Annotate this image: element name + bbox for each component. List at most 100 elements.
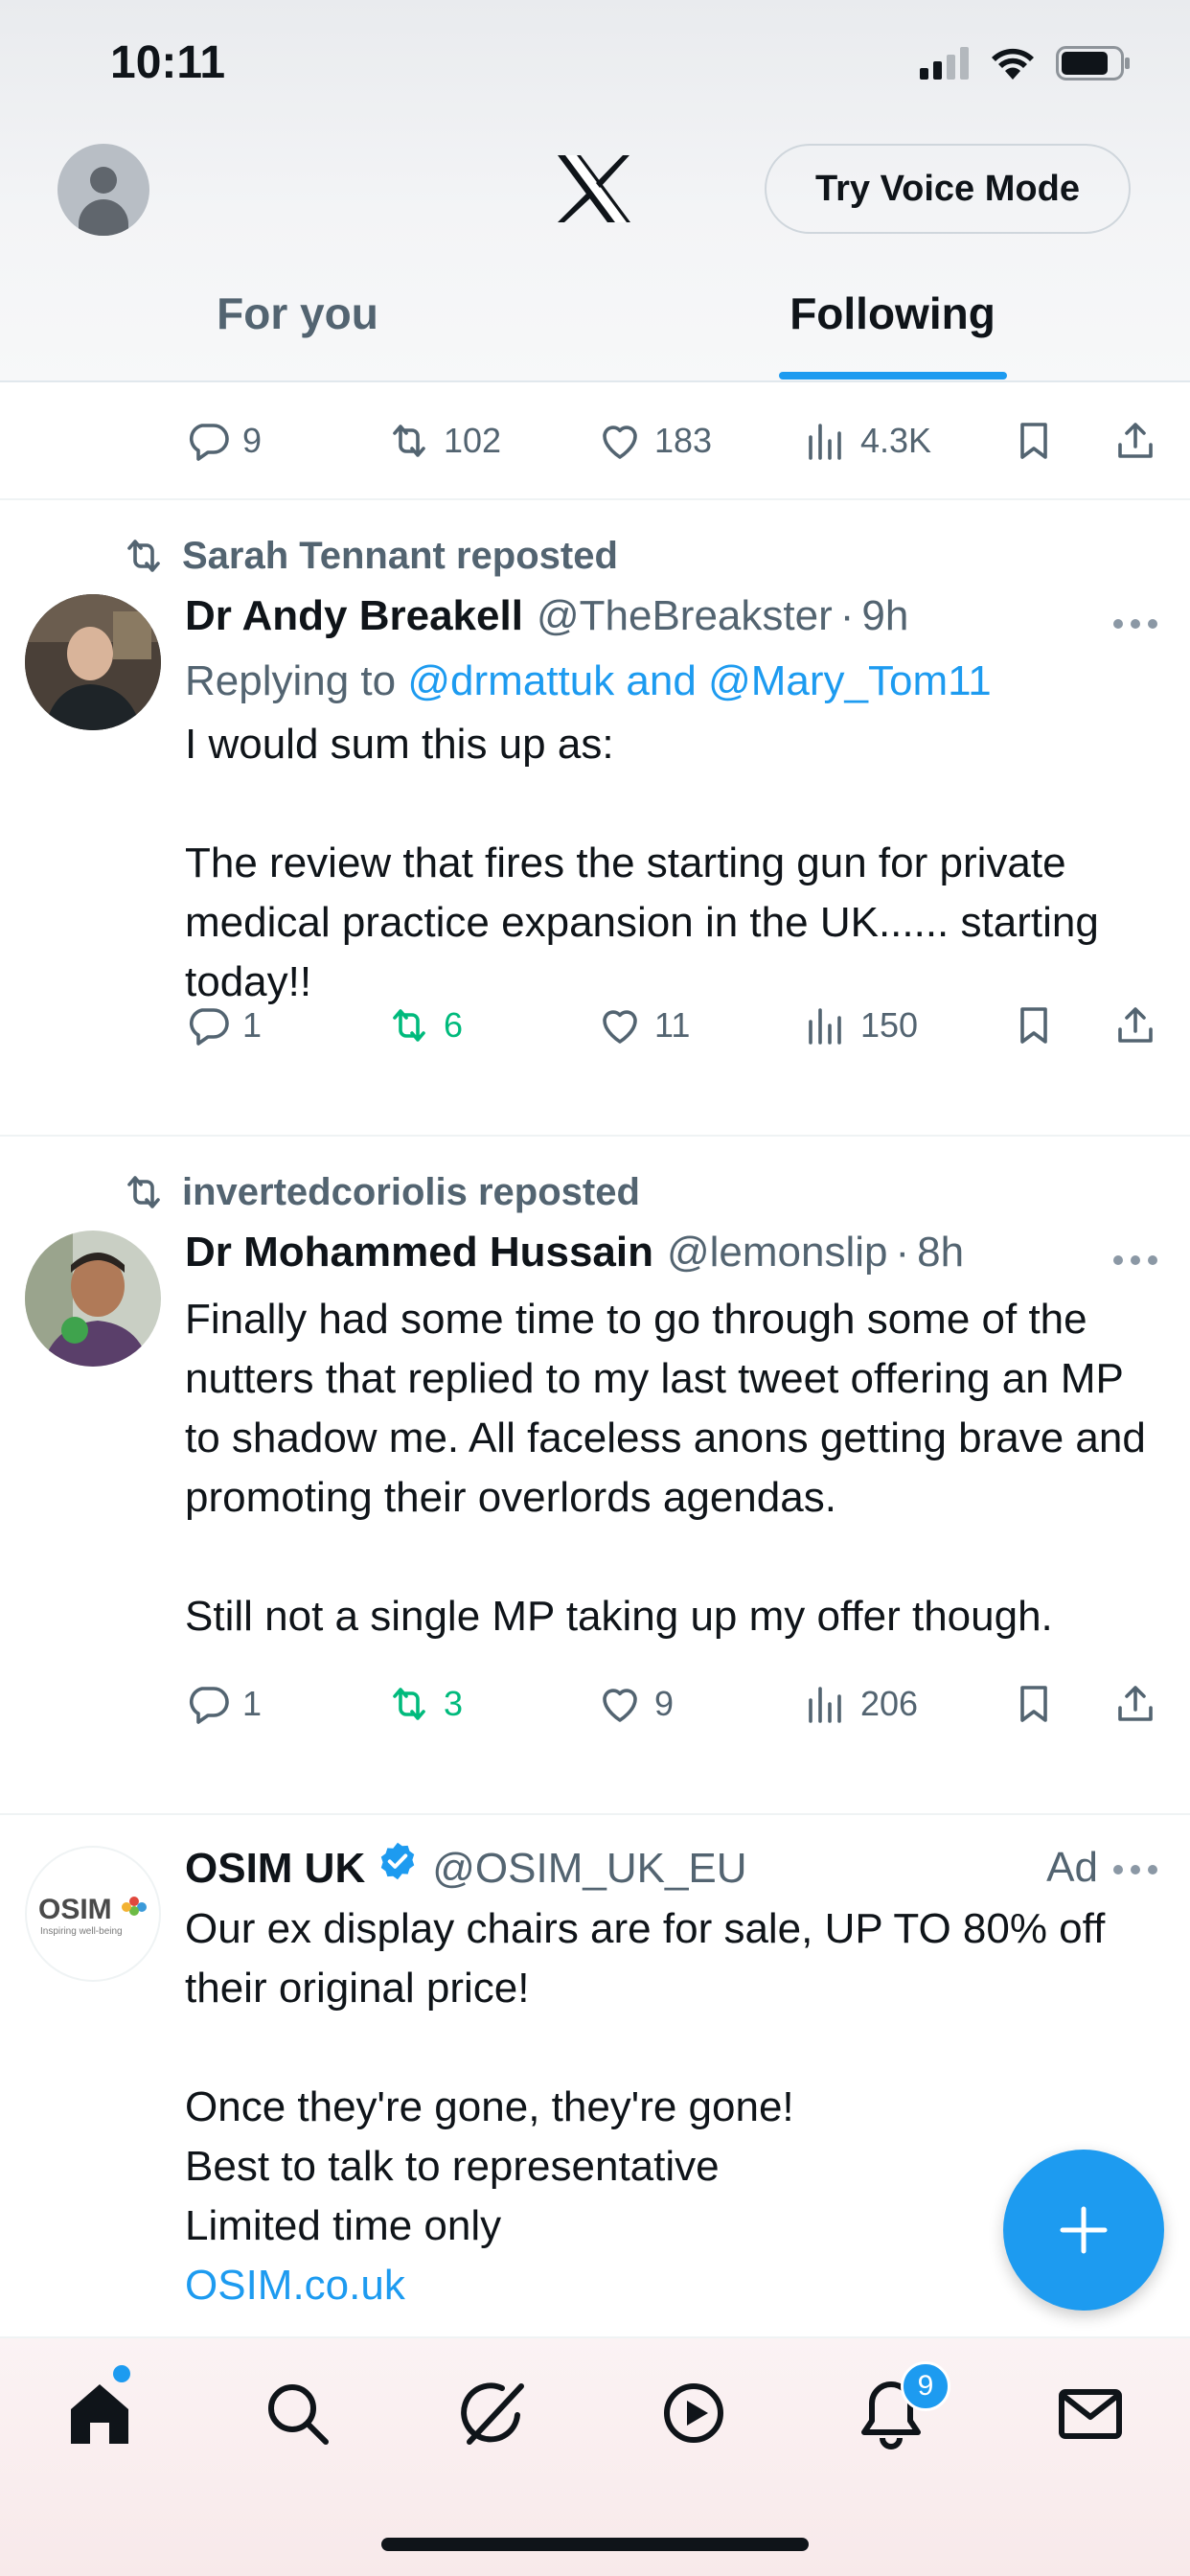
- home-icon[interactable]: [63, 2377, 136, 2450]
- bookmark-icon: [1011, 1002, 1057, 1048]
- bookmark-icon: [1011, 418, 1057, 464]
- more-options-icon[interactable]: [1113, 1255, 1157, 1265]
- repost-icon: [121, 1169, 167, 1215]
- x-logo-icon: [558, 155, 630, 222]
- share-icon: [1112, 1002, 1158, 1048]
- share-button[interactable]: [1112, 418, 1158, 464]
- tab-following[interactable]: Following: [595, 278, 1190, 381]
- wifi-icon: [992, 48, 1034, 80]
- reply-button[interactable]: 1: [185, 1002, 262, 1048]
- views-icon: [803, 1681, 849, 1727]
- repost-icon: [386, 418, 432, 464]
- tweet-age: 9h: [861, 592, 909, 639]
- tweet-text: Finally had some time to go through some…: [185, 1290, 1162, 1646]
- repost-count: 6: [444, 1005, 464, 1045]
- views-icon: [803, 418, 849, 464]
- replying-to: Replying to @drmattuk and @Mary_Tom11: [185, 657, 992, 705]
- brand-tagline-text: Inspiring well-being: [40, 1926, 123, 1937]
- views-button[interactable]: 150: [803, 1002, 918, 1048]
- active-tab-indicator: [778, 372, 1007, 380]
- bookmark-button[interactable]: [1011, 1681, 1057, 1727]
- home-unread-dot: [113, 2365, 130, 2382]
- like-icon: [597, 1681, 643, 1727]
- share-icon: [1112, 1681, 1158, 1727]
- status-icons: [920, 46, 1131, 80]
- ad-label: Ad: [1046, 1844, 1098, 1891]
- like-icon: [597, 1002, 643, 1048]
- battery-icon: [1056, 46, 1130, 80]
- compose-button[interactable]: [1003, 2150, 1164, 2311]
- tweet-paragraph: The review that fires the starting gun f…: [185, 840, 1099, 1005]
- avatar[interactable]: OSIM Inspiring well-being: [25, 1846, 161, 1982]
- repost-icon: [386, 1002, 432, 1048]
- reply-button[interactable]: 1: [185, 1681, 262, 1727]
- tweet-actions: 9 102 183 4.3K: [185, 410, 1162, 468]
- tweet[interactable]: invertedcoriolis reposted Dr Mohammed Hu…: [0, 1137, 1190, 1813]
- replying-prefix: Replying to: [185, 657, 397, 704]
- notification-count-badge: 9: [901, 2361, 950, 2411]
- messages-icon[interactable]: [1054, 2377, 1127, 2450]
- reposted-by: Sarah Tennant reposted: [182, 534, 618, 577]
- repost-icon: [121, 533, 167, 579]
- search-icon[interactable]: [261, 2377, 333, 2450]
- repost-count: 3: [444, 1684, 464, 1723]
- more-options-icon[interactable]: [1113, 1865, 1157, 1874]
- reply-count: 1: [242, 1005, 263, 1045]
- like-button[interactable]: 9: [597, 1681, 674, 1727]
- profile-avatar[interactable]: [57, 144, 149, 236]
- reply-icon: [185, 1002, 231, 1048]
- repost-button[interactable]: 102: [386, 418, 501, 464]
- reposted-by: invertedcoriolis reposted: [182, 1170, 640, 1213]
- avatar[interactable]: [25, 594, 161, 730]
- separator-dot: ·: [895, 1229, 910, 1276]
- display-name[interactable]: Dr Mohammed Hussain: [185, 1229, 653, 1276]
- feed-tabs: For you Following: [0, 278, 1190, 381]
- repost-button[interactable]: 6: [386, 1002, 463, 1048]
- tweet-paragraph: Our ex display chairs are for sale, UP T…: [185, 1905, 1106, 2012]
- tweet-paragraph: Finally had some time to go through some…: [185, 1296, 1146, 1521]
- cellular-signal-icon: [920, 47, 969, 80]
- display-name[interactable]: OSIM UK: [185, 1845, 365, 1893]
- status-time: 10:11: [110, 37, 226, 88]
- more-options-icon[interactable]: [1113, 619, 1157, 629]
- reply-icon: [185, 418, 231, 464]
- views-button[interactable]: 4.3K: [803, 418, 931, 464]
- share-icon: [1112, 418, 1158, 464]
- user-handle[interactable]: @lemonslip: [667, 1229, 888, 1276]
- like-button[interactable]: 183: [597, 418, 712, 464]
- tweet[interactable]: Sarah Tennant reposted Dr Andy Breakell …: [0, 500, 1190, 1135]
- bookmark-button[interactable]: [1011, 418, 1057, 464]
- views-button[interactable]: 206: [803, 1681, 918, 1727]
- repost-context: Sarah Tennant reposted: [121, 533, 618, 579]
- share-button[interactable]: [1112, 1681, 1158, 1727]
- repost-button[interactable]: 3: [386, 1681, 463, 1727]
- video-icon[interactable]: [657, 2377, 730, 2450]
- repost-icon: [386, 1681, 432, 1727]
- ad-tweet[interactable]: OSIM Inspiring well-being OSIM UK @OSIM_…: [0, 1815, 1190, 2352]
- like-button[interactable]: 11: [597, 1002, 690, 1048]
- separator-dot: ·: [839, 592, 855, 639]
- tweet-header: Dr Andy Breakell @TheBreakster · 9h: [185, 592, 1153, 640]
- tab-for-you[interactable]: For you: [0, 278, 595, 381]
- tweet-header: Dr Mohammed Hussain @lemonslip · 8h: [185, 1229, 1153, 1276]
- view-count: 4.3K: [860, 421, 932, 460]
- reply-icon: [185, 1681, 231, 1727]
- avatar[interactable]: [25, 1230, 161, 1367]
- tweet-paragraph: [185, 2018, 1162, 2078]
- top-header: 10:11 Try Voice Mode For you Following: [0, 0, 1190, 382]
- display-name[interactable]: Dr Andy Breakell: [185, 592, 523, 640]
- replying-to-users[interactable]: @drmattuk and @Mary_Tom11: [407, 657, 991, 704]
- try-voice-mode-button[interactable]: Try Voice Mode: [765, 144, 1131, 234]
- tweet-header: OSIM UK @OSIM_UK_EU: [185, 1840, 1153, 1893]
- tweet-paragraph: [185, 1528, 1162, 1587]
- tweet-actions: 1 6 11 150: [185, 995, 1162, 1052]
- reply-button[interactable]: 9: [185, 418, 262, 464]
- user-handle[interactable]: @TheBreakster: [537, 592, 833, 640]
- grok-icon[interactable]: [458, 2377, 531, 2450]
- user-handle[interactable]: @OSIM_UK_EU: [432, 1845, 746, 1893]
- share-button[interactable]: [1112, 1002, 1158, 1048]
- bookmark-button[interactable]: [1011, 1002, 1057, 1048]
- bookmark-icon: [1011, 1681, 1057, 1727]
- tweet-paragraph: Once they're gone, they're gone!: [185, 2083, 794, 2130]
- header-divider: [0, 380, 1190, 382]
